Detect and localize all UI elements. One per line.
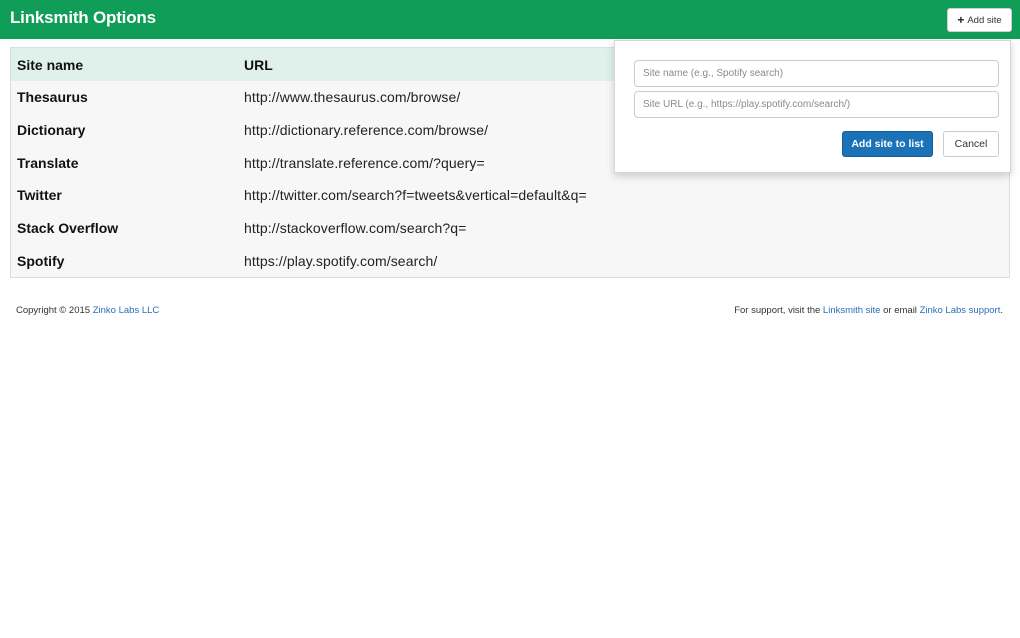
- footer-support: For support, visit the Linksmith site or…: [734, 305, 1003, 316]
- app-header: Linksmith Options + Add site: [0, 0, 1020, 39]
- site-name-input[interactable]: [634, 60, 999, 87]
- zinko-support-link[interactable]: Zinko Labs support: [920, 305, 1001, 316]
- support-text-mid: or email: [880, 305, 920, 316]
- zinko-labs-link[interactable]: Zinko Labs LLC: [93, 305, 160, 316]
- copyright-text: Copyright © 2015: [16, 305, 93, 316]
- site-url-cell: https://play.spotify.com/search/: [244, 252, 438, 269]
- linksmith-site-link[interactable]: Linksmith site: [823, 305, 881, 316]
- plus-icon: +: [957, 13, 965, 27]
- site-name-cell: Twitter: [17, 187, 62, 204]
- page-title: Linksmith Options: [10, 8, 156, 27]
- column-header-site-name: Site name: [17, 56, 84, 73]
- add-site-label: Add site: [967, 14, 1002, 26]
- footer-copyright: Copyright © 2015 Zinko Labs LLC: [16, 305, 159, 316]
- site-url-cell: http://twitter.com/search?f=tweets&verti…: [244, 187, 587, 204]
- add-site-popover: Add site to list Cancel: [614, 40, 1011, 173]
- table-row[interactable]: Stack Overflow http://stackoverflow.com/…: [11, 212, 1009, 245]
- table-row[interactable]: Spotify https://play.spotify.com/search/: [11, 244, 1009, 277]
- site-name-cell: Dictionary: [17, 122, 86, 139]
- add-site-button[interactable]: + Add site: [947, 8, 1012, 32]
- support-text-suffix: .: [1000, 305, 1003, 316]
- add-site-to-list-button[interactable]: Add site to list: [842, 131, 933, 157]
- site-name-cell: Spotify: [17, 252, 65, 269]
- site-name-cell: Stack Overflow: [17, 220, 119, 237]
- support-text: For support, visit the: [734, 305, 823, 316]
- site-name-cell: Translate: [17, 154, 79, 171]
- site-url-input[interactable]: [634, 91, 999, 118]
- site-url-cell: http://stackoverflow.com/search?q=: [244, 220, 467, 237]
- cancel-button[interactable]: Cancel: [943, 131, 999, 157]
- site-name-cell: Thesaurus: [17, 89, 88, 106]
- table-row[interactable]: Twitter http://twitter.com/search?f=twee…: [11, 179, 1009, 212]
